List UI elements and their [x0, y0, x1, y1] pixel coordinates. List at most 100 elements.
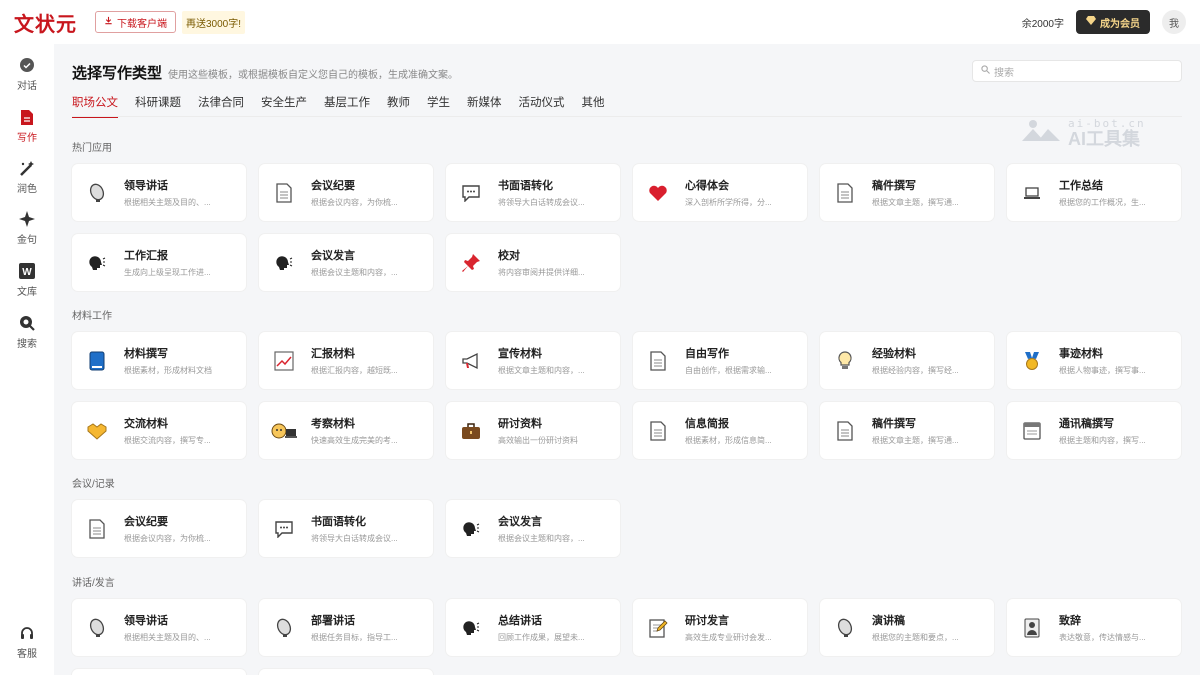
sidebar-item-label: 金句 [17, 235, 37, 246]
template-card[interactable]: 交流材料 根据交流内容，撰写专... [72, 402, 246, 459]
sidebar-item-support[interactable]: 客服 [0, 624, 54, 660]
sidebar-item-polish[interactable]: 润色 [0, 159, 54, 195]
card-title: 会议发言 [498, 516, 542, 528]
section-title: 会议/记录 [72, 479, 115, 490]
chat-icon [18, 56, 36, 74]
sidebar-item-write[interactable]: 写作 [0, 108, 54, 144]
tab-student[interactable]: 学生 [427, 94, 450, 118]
become-member-button[interactable]: 成为会员 [1076, 10, 1150, 34]
card-title: 汇报材料 [311, 348, 355, 360]
search-input[interactable]: 搜索 [972, 60, 1182, 82]
template-card[interactable]: 会议纪要 根据会议内容，为你梳... [259, 164, 433, 221]
template-card[interactable]: 信息简报 根据素材，形成信息简... [633, 402, 807, 459]
template-card[interactable]: 领导讲话 根据相关主题及目的、... [72, 599, 246, 656]
top-bar: 文状元 下载客户端 再送3000字! 余2000字 成为会员 我 [0, 0, 1200, 44]
page-title: 选择写作类型 [72, 65, 163, 82]
lightbulb-icon [832, 348, 858, 374]
card-description: 根据相关主题及目的、... [124, 633, 211, 642]
heart-icon [645, 180, 671, 206]
template-card-partial[interactable] [259, 669, 433, 675]
template-card[interactable]: 汇报材料 根据汇报内容，越短既... [259, 332, 433, 389]
tab-legal[interactable]: 法律合同 [198, 94, 244, 118]
section-title: 热门应用 [72, 143, 112, 154]
template-card-partial[interactable] [72, 669, 246, 675]
template-card[interactable]: 经验材料 根据经验内容，撰写经... [820, 332, 994, 389]
card-title: 心得体会 [685, 180, 729, 192]
template-card[interactable]: 宣传材料 根据文章主题和内容，... [446, 332, 620, 389]
tab-grassroots[interactable]: 基层工作 [324, 94, 370, 118]
template-card[interactable]: 考察材料 快速高效生成完美的考... [259, 402, 433, 459]
card-title: 研讨发言 [685, 615, 729, 627]
sidebar-item-quotes[interactable]: 金句 [0, 210, 54, 246]
tab-safety[interactable]: 安全生产 [261, 94, 307, 118]
tab-research[interactable]: 科研课题 [135, 94, 181, 118]
search-icon [18, 314, 36, 332]
avatar[interactable]: 我 [1162, 10, 1186, 34]
search-placeholder: 搜索 [994, 67, 1014, 79]
tab-teacher[interactable]: 教师 [387, 94, 410, 118]
book-icon [84, 348, 110, 374]
app-logo[interactable]: 文状元 [14, 8, 77, 37]
sidebar-item-search[interactable]: 搜索 [0, 314, 54, 350]
template-card[interactable]: 事迹材料 根据人物事迹，撰写事... [1007, 332, 1181, 389]
card-description: 根据任务目标，指导工... [311, 633, 398, 642]
template-card[interactable]: 校对 将内容审阅并提供详细... [446, 234, 620, 291]
template-card[interactable]: 自由写作 自由创作，根据需求输... [633, 332, 807, 389]
card-title: 工作汇报 [124, 250, 168, 262]
card-description: 根据文章主题，撰写通... [872, 436, 959, 445]
watermark-brand: AI工具集 [1068, 128, 1140, 149]
handshake-icon [84, 418, 110, 444]
library-icon: W [18, 262, 36, 280]
card-description: 根据人物事迹，撰写事... [1059, 366, 1146, 375]
speech-bubble-icon [271, 516, 297, 542]
laptop-icon [1019, 180, 1045, 206]
page-description: 使用这些模板，或根据模板自定义您自己的模板，生成准确文案。 [168, 70, 458, 81]
speaking-head-icon [458, 516, 484, 542]
template-card[interactable]: 稿件撰写 根据文章主题，撰写通... [820, 164, 994, 221]
tab-ceremony[interactable]: 活动仪式 [519, 94, 565, 118]
sparkle-icon [18, 210, 36, 228]
bulb-shape-icon [84, 615, 110, 641]
diamond-icon [1086, 16, 1096, 28]
template-card[interactable]: 工作汇报 生成向上级呈现工作进... [72, 234, 246, 291]
card-title: 部署讲话 [311, 615, 355, 627]
template-card[interactable]: 材料撰写 根据素材，形成材料文档 [72, 332, 246, 389]
template-card[interactable]: 书面语转化 将领导大白话转成会议... [446, 164, 620, 221]
template-card[interactable]: 会议发言 根据会议主题和内容，... [259, 234, 433, 291]
template-card[interactable]: 研讨资料 高效输出一份研讨资料 [446, 402, 620, 459]
tab-workplace[interactable]: 职场公文 [72, 94, 118, 118]
download-client-button[interactable]: 下载客户端 [95, 11, 176, 33]
template-card[interactable]: 通讯稿撰写 根据主题和内容，撰写... [1007, 402, 1181, 459]
tabs-divider [72, 116, 1182, 117]
card-title: 会议纪要 [124, 516, 168, 528]
template-card[interactable]: 研讨发言 高效生成专业研讨会发... [633, 599, 807, 656]
pin-icon [458, 250, 484, 276]
card-title: 交流材料 [124, 418, 168, 430]
template-card[interactable]: 书面语转化 将领导大白话转成会议... [259, 500, 433, 557]
template-card[interactable]: 稿件撰写根据文章主题，撰写通... [820, 402, 994, 459]
template-card[interactable]: 会议发言 根据会议主题和内容，... [446, 500, 620, 557]
card-description: 根据主题和内容，撰写... [1059, 436, 1146, 445]
template-card[interactable]: 总结讲话 回顾工作成果，展望未... [446, 599, 620, 656]
card-title: 致辞 [1059, 615, 1081, 627]
template-card[interactable]: 领导讲话 根据相关主题及目的、... [72, 164, 246, 221]
template-card[interactable]: 会议纪要 根据会议内容，为你梳... [72, 500, 246, 557]
search-icon [981, 65, 990, 77]
promo-text[interactable]: 再送3000字! [182, 10, 246, 34]
tab-new-media[interactable]: 新媒体 [467, 94, 502, 118]
speaking-head-icon [84, 250, 110, 276]
sidebar-item-library[interactable]: W 文库 [0, 262, 54, 298]
card-title: 稿件撰写 [872, 418, 916, 430]
main-content: 选择写作类型 使用这些模板，或根据模板自定义您自己的模板，生成准确文案。 搜索 … [54, 44, 1200, 675]
template-card[interactable]: 心得体会 深入剖析所学所得，分... [633, 164, 807, 221]
tab-other[interactable]: 其他 [582, 94, 605, 118]
template-card[interactable]: 致辞 表达敬意，传达情感与... [1007, 599, 1181, 656]
sidebar-item-chat[interactable]: 对话 [0, 56, 54, 92]
template-card[interactable]: 部署讲话根据任务目标，指导工... [259, 599, 433, 656]
template-card[interactable]: 工作总结 根据您的工作概况，生... [1007, 164, 1181, 221]
become-member-label: 成为会员 [1100, 18, 1140, 30]
card-title: 书面语转化 [311, 516, 366, 528]
template-card[interactable]: 演讲稿 根据您的主题和要点，... [820, 599, 994, 656]
headset-icon [18, 624, 36, 642]
card-description: 根据会议内容，为你梳... [311, 198, 398, 207]
